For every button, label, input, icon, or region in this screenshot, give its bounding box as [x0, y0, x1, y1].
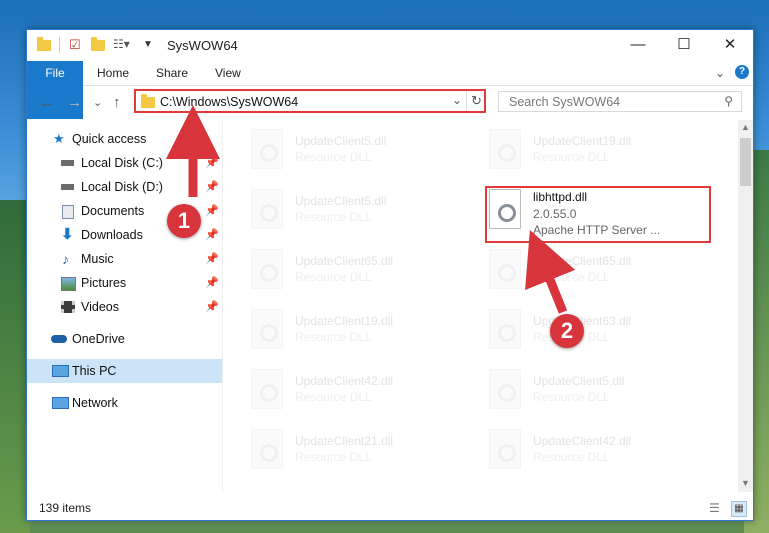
callout-one: 1 — [167, 204, 201, 238]
arrow-to-file — [525, 229, 576, 314]
annotation-arrows — [166, 105, 576, 314]
callout-two: 2 — [550, 314, 584, 348]
